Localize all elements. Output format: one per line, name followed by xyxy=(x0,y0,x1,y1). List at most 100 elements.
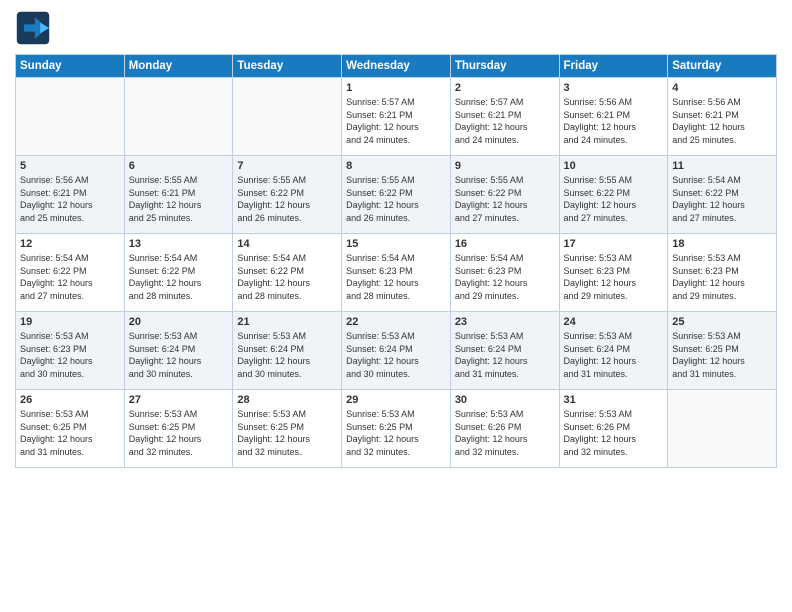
day-number: 19 xyxy=(20,316,120,328)
calendar-week-3: 12 Sunrise: 5:54 AMSunset: 6:22 PMDayligh… xyxy=(16,234,777,312)
calendar-header-wednesday: Wednesday xyxy=(342,55,451,78)
day-info: Sunrise: 5:53 AMSunset: 6:25 PMDaylight:… xyxy=(129,408,229,458)
day-info: Sunrise: 5:57 AMSunset: 6:21 PMDaylight:… xyxy=(455,96,555,146)
calendar-cell: 27 Sunrise: 5:53 AMSunset: 6:25 PMDayligh… xyxy=(124,390,233,468)
calendar-cell: 29 Sunrise: 5:53 AMSunset: 6:25 PMDayligh… xyxy=(342,390,451,468)
day-number: 2 xyxy=(455,82,555,94)
calendar-header-monday: Monday xyxy=(124,55,233,78)
day-number: 21 xyxy=(237,316,337,328)
day-number: 26 xyxy=(20,394,120,406)
day-info: Sunrise: 5:53 AMSunset: 6:24 PMDaylight:… xyxy=(564,330,664,380)
day-number: 16 xyxy=(455,238,555,250)
day-number: 8 xyxy=(346,160,446,172)
day-info: Sunrise: 5:53 AMSunset: 6:26 PMDaylight:… xyxy=(455,408,555,458)
calendar-cell: 8 Sunrise: 5:55 AMSunset: 6:22 PMDaylight… xyxy=(342,156,451,234)
day-number: 22 xyxy=(346,316,446,328)
calendar-header-friday: Friday xyxy=(559,55,668,78)
page: SundayMondayTuesdayWednesdayThursdayFrid… xyxy=(0,0,792,612)
day-info: Sunrise: 5:54 AMSunset: 6:23 PMDaylight:… xyxy=(455,252,555,302)
calendar-week-2: 5 Sunrise: 5:56 AMSunset: 6:21 PMDaylight… xyxy=(16,156,777,234)
calendar-cell: 1 Sunrise: 5:57 AMSunset: 6:21 PMDaylight… xyxy=(342,78,451,156)
day-number: 6 xyxy=(129,160,229,172)
calendar-cell: 24Sunrise: 5:53 AMSunset: 6:24 PMDayligh… xyxy=(559,312,668,390)
calendar-cell: 19 Sunrise: 5:53 AMSunset: 6:23 PMDayligh… xyxy=(16,312,125,390)
day-info: Sunrise: 5:56 AMSunset: 6:21 PMDaylight:… xyxy=(20,174,120,224)
day-number: 25 xyxy=(672,316,772,328)
calendar-cell xyxy=(233,78,342,156)
calendar-cell: 20 Sunrise: 5:53 AMSunset: 6:24 PMDayligh… xyxy=(124,312,233,390)
day-info: Sunrise: 5:53 AMSunset: 6:23 PMDaylight:… xyxy=(20,330,120,380)
calendar-header-thursday: Thursday xyxy=(450,55,559,78)
day-number: 28 xyxy=(237,394,337,406)
day-info: Sunrise: 5:53 AMSunset: 6:25 PMDaylight:… xyxy=(237,408,337,458)
day-number: 4 xyxy=(672,82,772,94)
day-number: 18 xyxy=(672,238,772,250)
day-number: 27 xyxy=(129,394,229,406)
calendar-cell: 14 Sunrise: 5:54 AMSunset: 6:22 PMDayligh… xyxy=(233,234,342,312)
header xyxy=(15,10,777,46)
calendar-cell: 3 Sunrise: 5:56 AMSunset: 6:21 PMDaylight… xyxy=(559,78,668,156)
calendar-cell xyxy=(668,390,777,468)
calendar-cell: 25Sunrise: 5:53 AMSunset: 6:25 PMDayligh… xyxy=(668,312,777,390)
calendar-cell xyxy=(124,78,233,156)
calendar-cell: 26 Sunrise: 5:53 AMSunset: 6:25 PMDayligh… xyxy=(16,390,125,468)
logo xyxy=(15,10,55,46)
calendar-cell: 18 Sunrise: 5:53 AMSunset: 6:23 PMDayligh… xyxy=(668,234,777,312)
day-info: Sunrise: 5:53 AMSunset: 6:23 PMDaylight:… xyxy=(672,252,772,302)
day-info: Sunrise: 5:55 AMSunset: 6:22 PMDaylight:… xyxy=(237,174,337,224)
calendar-cell: 5 Sunrise: 5:56 AMSunset: 6:21 PMDaylight… xyxy=(16,156,125,234)
calendar-cell: 7 Sunrise: 5:55 AMSunset: 6:22 PMDaylight… xyxy=(233,156,342,234)
day-info: Sunrise: 5:55 AMSunset: 6:22 PMDaylight:… xyxy=(346,174,446,224)
day-info: Sunrise: 5:56 AMSunset: 6:21 PMDaylight:… xyxy=(564,96,664,146)
calendar-cell: 16 Sunrise: 5:54 AMSunset: 6:23 PMDayligh… xyxy=(450,234,559,312)
calendar-header-sunday: Sunday xyxy=(16,55,125,78)
day-number: 14 xyxy=(237,238,337,250)
day-info: Sunrise: 5:54 AMSunset: 6:22 PMDaylight:… xyxy=(237,252,337,302)
day-number: 9 xyxy=(455,160,555,172)
day-info: Sunrise: 5:55 AMSunset: 6:22 PMDaylight:… xyxy=(455,174,555,224)
day-number: 31 xyxy=(564,394,664,406)
day-info: Sunrise: 5:54 AMSunset: 6:22 PMDaylight:… xyxy=(129,252,229,302)
day-info: Sunrise: 5:57 AMSunset: 6:21 PMDaylight:… xyxy=(346,96,446,146)
day-info: Sunrise: 5:53 AMSunset: 6:26 PMDaylight:… xyxy=(564,408,664,458)
calendar-cell: 9 Sunrise: 5:55 AMSunset: 6:22 PMDaylight… xyxy=(450,156,559,234)
day-number: 10 xyxy=(564,160,664,172)
calendar-week-1: 1 Sunrise: 5:57 AMSunset: 6:21 PMDaylight… xyxy=(16,78,777,156)
day-info: Sunrise: 5:53 AMSunset: 6:24 PMDaylight:… xyxy=(237,330,337,380)
calendar-cell: 2 Sunrise: 5:57 AMSunset: 6:21 PMDaylight… xyxy=(450,78,559,156)
calendar-cell: 28 Sunrise: 5:53 AMSunset: 6:25 PMDayligh… xyxy=(233,390,342,468)
calendar-cell: 13 Sunrise: 5:54 AMSunset: 6:22 PMDayligh… xyxy=(124,234,233,312)
day-info: Sunrise: 5:53 AMSunset: 6:25 PMDaylight:… xyxy=(20,408,120,458)
day-info: Sunrise: 5:53 AMSunset: 6:25 PMDaylight:… xyxy=(346,408,446,458)
calendar-cell: 23Sunrise: 5:53 AMSunset: 6:24 PMDayligh… xyxy=(450,312,559,390)
day-info: Sunrise: 5:53 AMSunset: 6:24 PMDaylight:… xyxy=(455,330,555,380)
calendar-cell xyxy=(16,78,125,156)
day-info: Sunrise: 5:54 AMSunset: 6:22 PMDaylight:… xyxy=(672,174,772,224)
day-info: Sunrise: 5:54 AMSunset: 6:22 PMDaylight:… xyxy=(20,252,120,302)
day-number: 7 xyxy=(237,160,337,172)
day-info: Sunrise: 5:55 AMSunset: 6:21 PMDaylight:… xyxy=(129,174,229,224)
calendar-cell: 12 Sunrise: 5:54 AMSunset: 6:22 PMDayligh… xyxy=(16,234,125,312)
day-number: 29 xyxy=(346,394,446,406)
calendar-cell: 15Sunrise: 5:54 AMSunset: 6:23 PMDayligh… xyxy=(342,234,451,312)
calendar-cell: 6 Sunrise: 5:55 AMSunset: 6:21 PMDaylight… xyxy=(124,156,233,234)
calendar-cell: 4Sunrise: 5:56 AMSunset: 6:21 PMDaylight… xyxy=(668,78,777,156)
calendar-week-5: 26 Sunrise: 5:53 AMSunset: 6:25 PMDayligh… xyxy=(16,390,777,468)
calendar-cell: 10 Sunrise: 5:55 AMSunset: 6:22 PMDayligh… xyxy=(559,156,668,234)
day-number: 12 xyxy=(20,238,120,250)
calendar-header-saturday: Saturday xyxy=(668,55,777,78)
calendar-cell: 21 Sunrise: 5:53 AMSunset: 6:24 PMDayligh… xyxy=(233,312,342,390)
day-number: 13 xyxy=(129,238,229,250)
day-info: Sunrise: 5:55 AMSunset: 6:22 PMDaylight:… xyxy=(564,174,664,224)
day-number: 17 xyxy=(564,238,664,250)
calendar-cell: 22Sunrise: 5:53 AMSunset: 6:24 PMDayligh… xyxy=(342,312,451,390)
day-number: 3 xyxy=(564,82,664,94)
day-info: Sunrise: 5:53 AMSunset: 6:24 PMDaylight:… xyxy=(129,330,229,380)
calendar-cell: 30Sunrise: 5:53 AMSunset: 6:26 PMDayligh… xyxy=(450,390,559,468)
day-info: Sunrise: 5:54 AMSunset: 6:23 PMDaylight:… xyxy=(346,252,446,302)
day-number: 20 xyxy=(129,316,229,328)
day-number: 5 xyxy=(20,160,120,172)
calendar-header-row: SundayMondayTuesdayWednesdayThursdayFrid… xyxy=(16,55,777,78)
day-number: 1 xyxy=(346,82,446,94)
day-number: 11 xyxy=(672,160,772,172)
